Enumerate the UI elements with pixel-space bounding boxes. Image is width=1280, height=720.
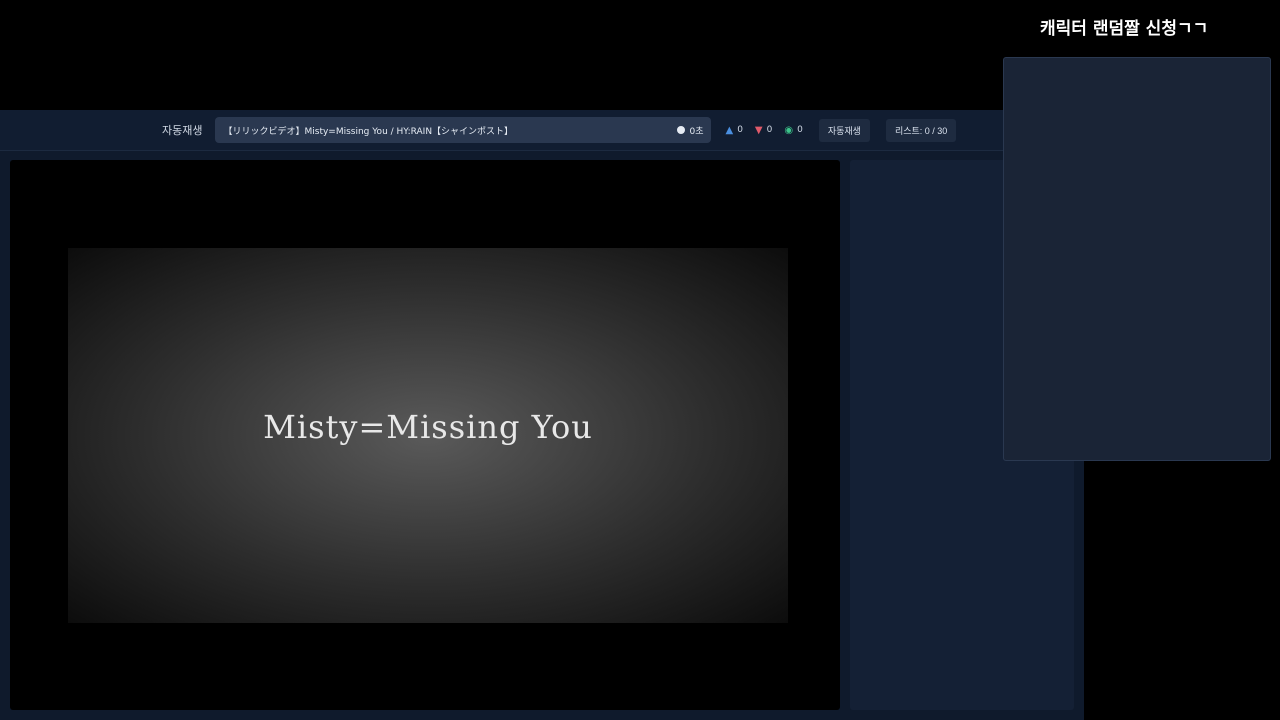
dislike-stat[interactable]: ▼ 0 bbox=[755, 125, 772, 136]
stage: 캐릭터 랜덤짤 신청ㄱㄱ 자동재생 【リリックビデオ】Misty=Missing… bbox=[0, 0, 1280, 720]
autoplay-label: 자동재생 bbox=[162, 124, 203, 137]
like-count: 0 bbox=[737, 125, 743, 135]
stats: ▲ 0 ▼ 0 ◉ 0 bbox=[725, 125, 802, 136]
video-caption: Misty=Missing You bbox=[263, 408, 593, 446]
time-display: 0초 bbox=[677, 124, 703, 137]
player-app: 자동재생 【リリックビデオ】Misty=Missing You / HY:RAI… bbox=[0, 110, 1084, 720]
character-image-placeholder bbox=[1003, 57, 1271, 461]
like-stat[interactable]: ▲ 0 bbox=[725, 125, 742, 136]
overlay-title: 캐릭터 랜덤짤 신청ㄱㄱ bbox=[1040, 19, 1209, 39]
list-count-button[interactable]: 리스트: 0 / 30 bbox=[885, 118, 957, 142]
thumbs-up-icon: ▲ bbox=[725, 124, 734, 136]
clock-icon bbox=[677, 126, 686, 134]
video-player[interactable]: Misty=Missing You bbox=[10, 160, 840, 710]
now-playing-title: 【リリックビデオ】Misty=Missing You / HY:RAIN【シャイ… bbox=[223, 126, 514, 137]
view-count: 0 bbox=[797, 125, 803, 135]
autoplay-button[interactable]: 자동재생 bbox=[818, 118, 870, 142]
view-stat: ◉ 0 bbox=[784, 125, 802, 136]
thumbs-down-icon: ▼ bbox=[754, 124, 763, 136]
toolbar: 자동재생 【リリックビデオ】Misty=Missing You / HY:RAI… bbox=[0, 110, 1084, 151]
time-value: 0초 bbox=[689, 126, 704, 137]
video-frame: Misty=Missing You bbox=[68, 248, 788, 623]
now-playing-bar[interactable]: 【リリックビデオ】Misty=Missing You / HY:RAIN【シャイ… bbox=[215, 117, 712, 143]
dislike-count: 0 bbox=[766, 125, 773, 135]
eye-icon: ◉ bbox=[784, 124, 794, 136]
